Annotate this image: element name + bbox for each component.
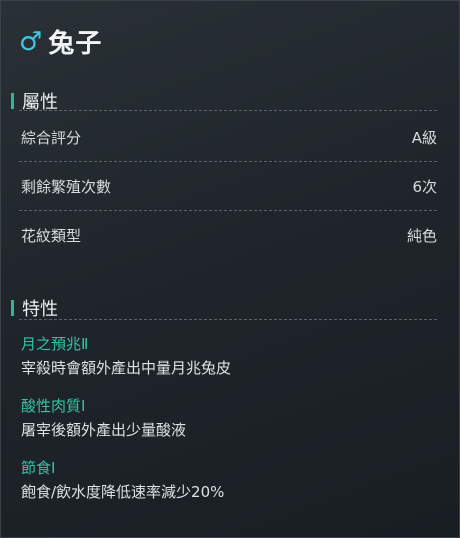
attribute-label: 剩餘繁殖次數 — [21, 178, 112, 196]
divider — [19, 110, 437, 111]
creature-info-panel: ♂ 兔子 屬性 綜合評分 A級 剩餘繁殖次數 6次 花紋類型 純色 特性 月之預… — [0, 0, 460, 538]
attribute-label: 花紋類型 — [21, 227, 82, 245]
attribute-row-pattern: 花紋類型 純色 — [21, 225, 437, 246]
divider — [19, 161, 437, 162]
attribute-value: A級 — [411, 129, 437, 147]
trait-description: 宰殺時會額外產出中量月兆兔皮 — [21, 359, 232, 377]
traits-section-header: 特性 — [11, 295, 437, 321]
divider — [19, 210, 437, 211]
trait-description: 飽食/飲水度降低速率減少20% — [21, 483, 225, 501]
attribute-row-rating: 綜合評分 A級 — [21, 127, 437, 148]
trait-name: 節食Ⅰ — [21, 459, 56, 477]
attribute-value: 純色 — [406, 227, 437, 245]
divider — [19, 319, 437, 320]
trait-name: 酸性肉質Ⅰ — [21, 397, 86, 415]
creature-header: ♂ 兔子 — [19, 23, 102, 60]
trait-name: 月之預兆Ⅱ — [21, 335, 89, 353]
section-marker — [11, 300, 14, 316]
attribute-value: 6次 — [412, 178, 437, 196]
attribute-row-breeding: 剩餘繁殖次數 6次 — [21, 176, 437, 197]
creature-name: 兔子 — [48, 29, 103, 59]
trait-description: 屠宰後額外產出少量酸液 — [21, 421, 187, 439]
traits-heading: 特性 — [22, 299, 58, 320]
section-marker — [11, 93, 14, 109]
attribute-label: 綜合評分 — [21, 129, 82, 147]
male-gender-icon: ♂ — [19, 26, 43, 57]
